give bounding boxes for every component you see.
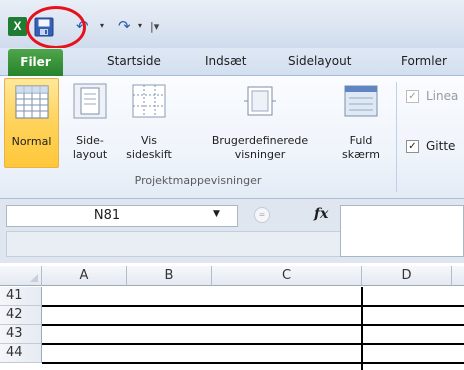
full-screen-label: Fuld skærm	[342, 134, 380, 161]
column-header-next[interactable]	[452, 266, 464, 286]
highlight-circle	[26, 6, 86, 49]
quick-access-toolbar: X ↶ ▾ ↷ ▾ |▾	[0, 0, 464, 49]
page-layout-label: Side- layout	[72, 134, 108, 161]
row-header-42[interactable]: 42	[0, 306, 42, 325]
custom-views-label: Brugerdefinerede visninger	[211, 134, 309, 161]
customize-qat-icon[interactable]: |▾	[150, 20, 159, 33]
row-border	[42, 305, 464, 307]
page-break-icon	[132, 84, 166, 118]
select-all-corner[interactable]	[0, 266, 42, 286]
undo-dropdown-icon[interactable]: ▾	[100, 21, 104, 30]
tab-formulas[interactable]: Formler	[401, 54, 447, 68]
gridlines-checkbox[interactable]: ✓	[406, 140, 419, 153]
redo-dropdown-icon[interactable]: ▾	[138, 21, 142, 30]
cancel-icon[interactable]: =	[254, 207, 270, 223]
name-box[interactable]: N81 ▼	[6, 205, 238, 227]
worksheet-grid[interactable]: A B C D 41 42 43 44	[0, 263, 464, 370]
insert-function-icon[interactable]: fx	[314, 206, 328, 222]
page-layout-view-button[interactable]: Side- layout	[66, 78, 114, 168]
column-header-d[interactable]: D	[362, 266, 452, 286]
column-header-c[interactable]: C	[212, 266, 362, 286]
column-header-b[interactable]: B	[127, 266, 212, 286]
ribbon-panel: Normal Side- layout Vis sideskift Bruger…	[0, 76, 464, 199]
row-border	[42, 362, 464, 364]
row-header-41[interactable]: 41	[0, 287, 42, 306]
full-screen-icon	[344, 85, 378, 117]
name-box-dropdown-icon[interactable]: ▼	[213, 209, 220, 219]
column-header-a[interactable]: A	[42, 266, 127, 286]
full-screen-button[interactable]: Fuld skærm	[334, 78, 388, 168]
row-header-44[interactable]: 44	[0, 344, 42, 363]
row-header-43[interactable]: 43	[0, 325, 42, 344]
tab-home[interactable]: Startside	[107, 54, 161, 68]
column-border	[361, 287, 363, 370]
tab-file[interactable]: Filer	[8, 49, 63, 76]
normal-view-label: Normal	[11, 135, 52, 148]
custom-views-button[interactable]: Brugerdefinerede visninger	[200, 78, 320, 168]
row-border	[42, 324, 464, 326]
gridlines-label: Gitte	[426, 139, 456, 153]
normal-view-button[interactable]: Normal	[4, 78, 59, 168]
row-border	[42, 343, 464, 345]
page-break-label: Vis sideskift	[126, 134, 172, 161]
normal-view-icon	[15, 85, 48, 119]
formula-bar-expanded-area	[6, 231, 340, 257]
workbook-views-group-label: Projektmappevisninger	[134, 174, 262, 187]
ruler-label: Linea	[426, 89, 459, 103]
name-box-value: N81	[93, 208, 121, 223]
tab-insert[interactable]: Indsæt	[205, 54, 247, 68]
group-separator	[396, 82, 397, 192]
formula-bar: N81 ▼ = fx	[0, 199, 464, 263]
page-layout-icon	[73, 83, 107, 119]
formula-controls: = fx	[244, 205, 340, 227]
custom-views-icon	[244, 86, 276, 116]
excel-app-icon[interactable]: X	[8, 17, 27, 36]
redo-icon[interactable]: ↷	[118, 17, 136, 35]
page-break-preview-button[interactable]: Vis sideskift	[118, 78, 180, 168]
formula-input[interactable]	[340, 205, 464, 257]
ribbon-tabs: Filer Startside Indsæt Sidelayout Formle…	[0, 48, 464, 76]
tab-page-layout[interactable]: Sidelayout	[288, 54, 351, 68]
ruler-checkbox[interactable]: ✓	[406, 90, 419, 103]
